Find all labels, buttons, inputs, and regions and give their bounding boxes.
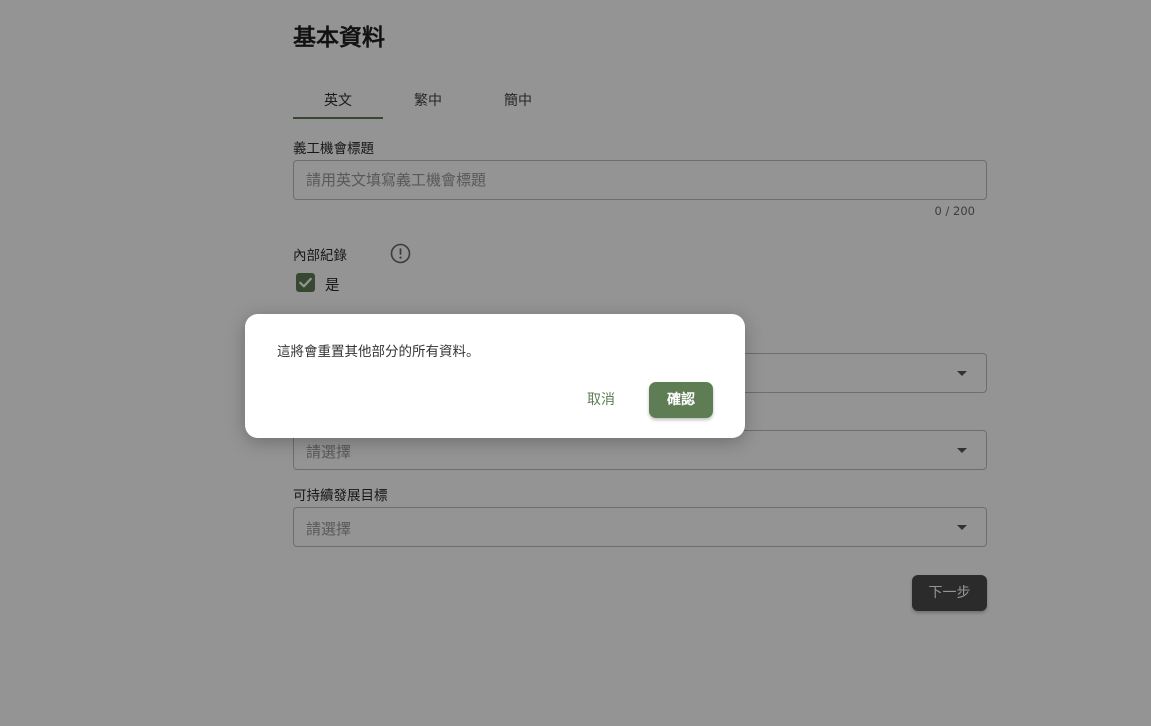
dialog-message: 這將會重置其他部分的所有資料。 (277, 344, 480, 360)
cancel-button[interactable]: 取消 (575, 382, 627, 418)
confirm-dialog: 這將會重置其他部分的所有資料。 取消 確認 (245, 314, 745, 438)
confirm-button[interactable]: 確認 (649, 382, 713, 418)
